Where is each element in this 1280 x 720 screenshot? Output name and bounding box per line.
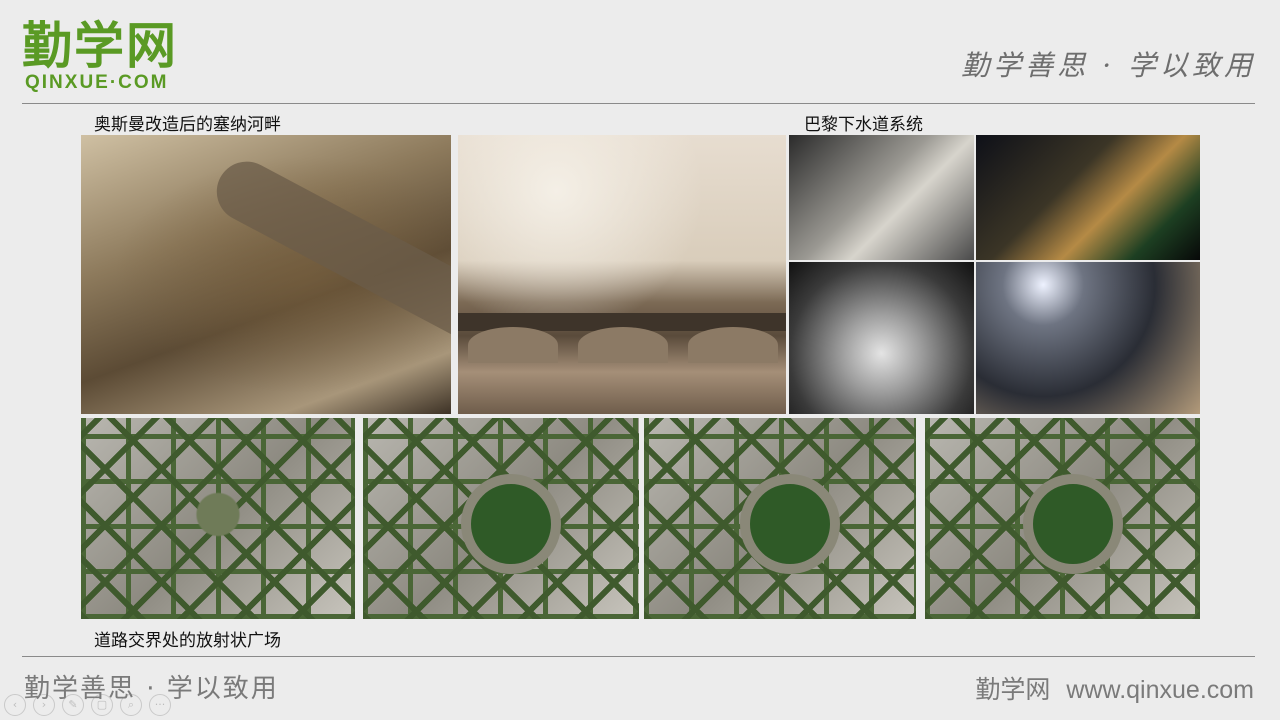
pen-icon[interactable]: ✎ bbox=[62, 694, 84, 716]
header-divider bbox=[22, 103, 1255, 104]
satellite-intersection-photo-1 bbox=[81, 418, 355, 619]
more-icon[interactable]: ··· bbox=[149, 694, 171, 716]
bridge-arch-shape bbox=[688, 327, 778, 363]
sewer-tunnel-photo-2 bbox=[789, 262, 974, 414]
header-slogan: 勤学善思 · 学以致用 bbox=[961, 49, 1256, 82]
bridge-arch-shape bbox=[468, 327, 558, 363]
seine-aerial-photo bbox=[81, 135, 451, 414]
logo-chinese-text: 勤学网 bbox=[22, 17, 178, 75]
radial-plaza-shape bbox=[1022, 474, 1123, 575]
prev-icon[interactable]: ‹ bbox=[4, 694, 26, 716]
slides-icon[interactable]: ▢ bbox=[91, 694, 113, 716]
satellite-intersection-photo-3 bbox=[644, 418, 916, 619]
underground-pillars-photo bbox=[976, 262, 1200, 414]
footer-url[interactable]: www.qinxue.com bbox=[1066, 676, 1254, 704]
footer-site-name: 勤学网 bbox=[975, 676, 1051, 704]
logo-english-text: QINXUE·COM bbox=[25, 72, 169, 93]
river-shape bbox=[206, 151, 451, 359]
caption-sewer: 巴黎下水道系统 bbox=[804, 115, 923, 135]
caption-seine: 奥斯曼改造后的塞纳河畔 bbox=[94, 115, 281, 135]
next-icon[interactable]: › bbox=[33, 694, 55, 716]
satellite-intersection-photo-4 bbox=[925, 418, 1200, 619]
notre-dame-night-photo bbox=[976, 135, 1200, 260]
footer-divider bbox=[22, 656, 1255, 657]
slideshow-toolbar: ‹ › ✎ ▢ ⌕ ··· bbox=[4, 694, 171, 716]
caption-roads: 道路交界处的放射状广场 bbox=[94, 631, 281, 651]
footer-site-info: 勤学网 www.qinxue.com bbox=[975, 670, 1254, 706]
sewer-tunnel-photo-1 bbox=[789, 135, 974, 260]
satellite-intersection-photo-2 bbox=[363, 418, 639, 619]
zoom-icon[interactable]: ⌕ bbox=[120, 694, 142, 716]
radial-plaza-shape bbox=[740, 474, 840, 575]
seine-bridge-photo bbox=[458, 135, 786, 414]
bridge-arch-shape bbox=[578, 327, 668, 363]
radial-plaza-shape bbox=[461, 474, 561, 575]
site-logo: 勤学网 QINXUE·COM bbox=[22, 18, 202, 98]
